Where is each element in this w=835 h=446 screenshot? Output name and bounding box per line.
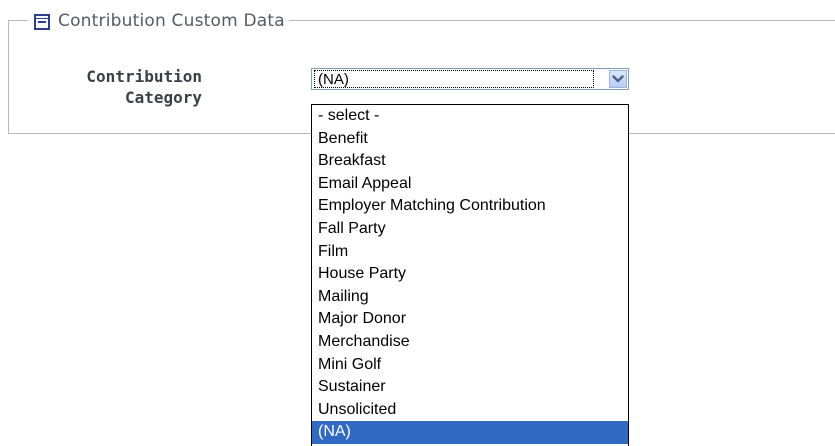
dropdown-option[interactable]: Mini Golf: [312, 354, 628, 377]
dropdown-toggle-button[interactable]: [609, 70, 627, 88]
dropdown-option[interactable]: Sustainer: [312, 376, 628, 399]
chevron-down-icon: [612, 75, 624, 83]
label-line-2: Category: [124, 88, 202, 107]
dropdown-option[interactable]: Employer Matching Contribution: [312, 195, 628, 218]
category-dropdown-list[interactable]: - select - Benefit Breakfast Email Appeal Em…: [311, 104, 629, 446]
fieldset-legend-title: Contribution Custom Data: [58, 11, 285, 31]
dropdown-option[interactable]: Email Appeal: [312, 173, 628, 196]
collapse-minus-icon[interactable]: [34, 14, 50, 30]
dropdown-option[interactable]: (NA): [312, 421, 628, 444]
dropdown-option[interactable]: Film: [312, 241, 628, 264]
dropdown-option[interactable]: House Party: [312, 263, 628, 286]
label-line-1: Contribution: [86, 67, 202, 86]
dropdown-option[interactable]: - select -: [312, 105, 628, 128]
contribution-category-select[interactable]: (NA): [311, 68, 629, 90]
dropdown-option[interactable]: Benefit: [312, 128, 628, 151]
dropdown-option[interactable]: Merchandise: [312, 331, 628, 354]
contribution-category-label: Contribution Category: [40, 66, 202, 108]
dropdown-option[interactable]: Mailing: [312, 286, 628, 309]
select-current-value: (NA): [314, 70, 594, 88]
dropdown-option[interactable]: Fall Party: [312, 218, 628, 241]
dropdown-option[interactable]: Major Donor: [312, 308, 628, 331]
fieldset-legend[interactable]: Contribution Custom Data: [28, 8, 289, 34]
dropdown-option[interactable]: Breakfast: [312, 150, 628, 173]
dropdown-option[interactable]: Unsolicited: [312, 399, 628, 422]
